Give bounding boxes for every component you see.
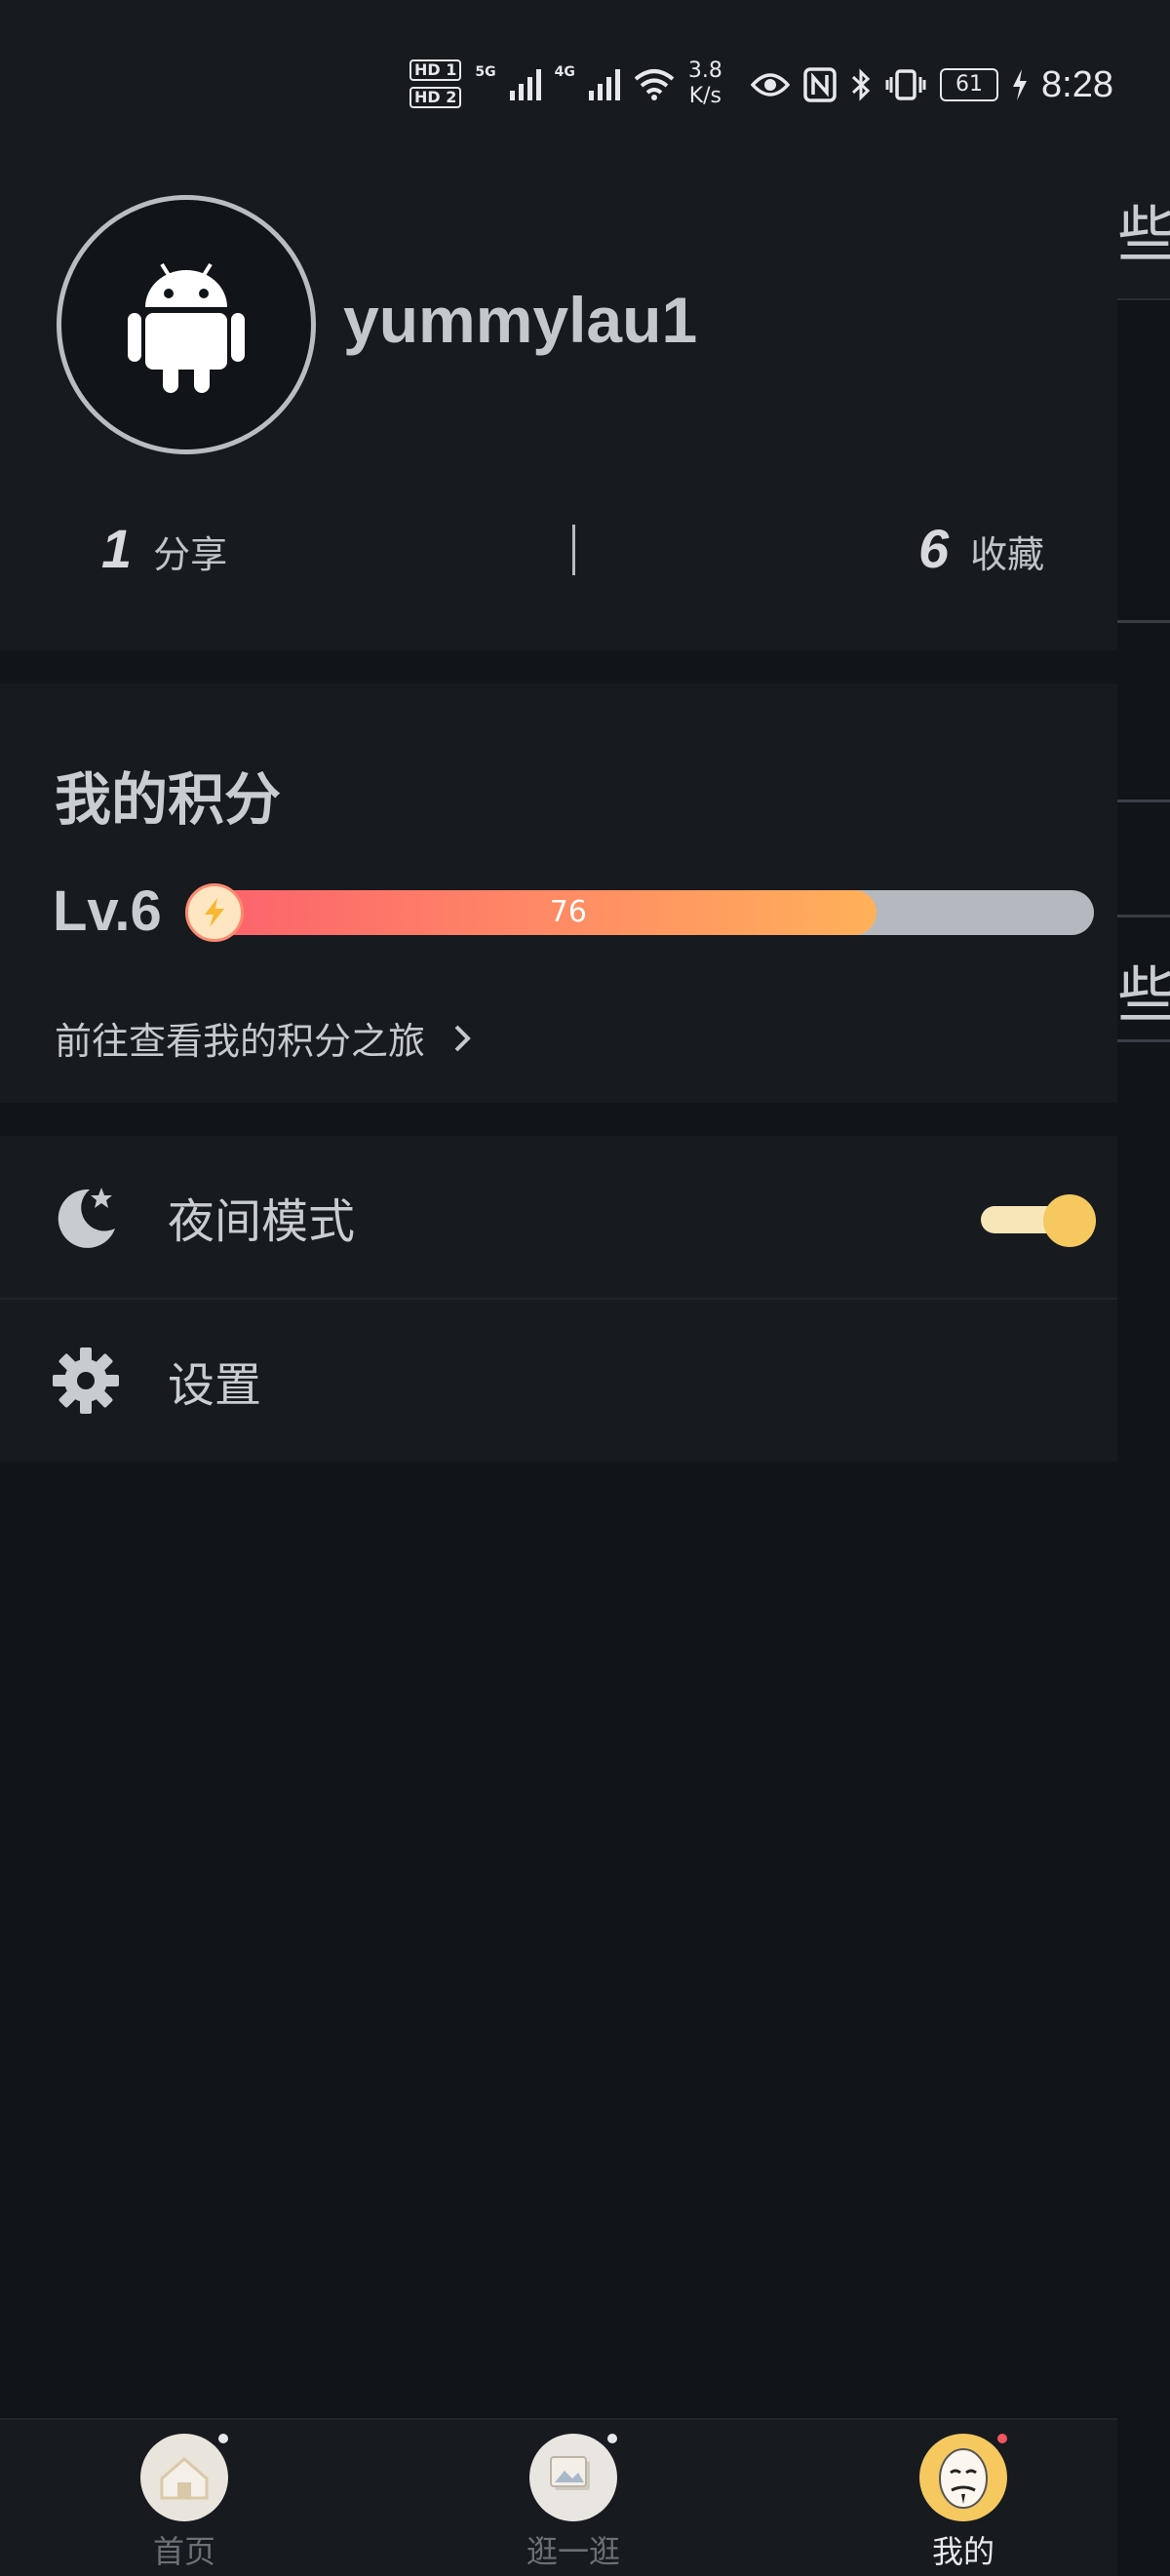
hd-indicators: HD 1 HD 2	[410, 59, 462, 108]
speed-value: 3.8	[687, 59, 722, 83]
favorite-count: 6	[918, 518, 950, 579]
settings-label: 设置	[168, 1358, 262, 1413]
profile-header: yummylau1 1 分享 6 收藏	[0, 146, 1117, 650]
background-text-fragment-2: 些阝	[1117, 959, 1170, 1031]
nfc-icon	[803, 67, 837, 102]
profile-drawer: yummylau1 1 分享 6 收藏 我的积分 Lv.6 76 前往查看我的积…	[0, 146, 1117, 1462]
mask-avatar-icon	[919, 2434, 1007, 2521]
points-card: 我的积分 Lv.6 76 前往查看我的积分之旅	[0, 683, 1117, 1103]
network-4g-label: 4G	[554, 64, 575, 80]
nav-dot-2	[607, 2434, 617, 2443]
home-icon	[140, 2434, 228, 2521]
charging-icon	[1013, 69, 1027, 100]
points-progress-bar: 76	[187, 890, 1094, 935]
background-header: 些阝	[1117, 146, 1170, 300]
signal-icon	[509, 67, 541, 100]
favorite-stat[interactable]: 6 收藏	[918, 517, 1044, 580]
share-count: 1	[101, 518, 133, 579]
bottom-nav: 首页 逛一逛 我的	[0, 2418, 1117, 2576]
battery-indicator: 61	[940, 68, 998, 101]
username: yummylau1	[343, 284, 698, 356]
chevron-right-icon	[454, 1025, 471, 1051]
moon-icon	[58, 1188, 115, 1248]
signal-icon-2	[588, 67, 620, 100]
favorite-label: 收藏	[970, 533, 1045, 576]
stats-divider	[572, 525, 575, 575]
clock: 8:28	[1041, 63, 1113, 105]
status-bar-left: HD 1 HD 2 5G 4G 3.8 K/s	[410, 55, 722, 113]
speed-unit: K/s	[688, 84, 722, 108]
nav-label-mine: 我的	[931, 2533, 994, 2570]
notification-dot	[997, 2434, 1007, 2443]
section-gap-2	[0, 1103, 1117, 1136]
network-speed: 3.8 K/s	[688, 59, 722, 109]
night-mode-toggle[interactable]	[981, 1194, 1096, 1247]
settings-row[interactable]: 设置	[0, 1298, 1117, 1462]
points-journey-link[interactable]: 前往查看我的积分之旅	[55, 1011, 472, 1065]
vibrate-icon	[885, 69, 926, 100]
wifi-icon	[634, 69, 675, 100]
nav-item-home[interactable]: 首页	[87, 2434, 282, 2572]
background-text-fragment: 些阝	[1117, 199, 1170, 270]
night-mode-row[interactable]: 夜间模式	[0, 1136, 1117, 1298]
nav-dot	[218, 2434, 228, 2443]
points-journey-label: 前往查看我的积分之旅	[55, 1020, 426, 1063]
share-stat[interactable]: 1 分享	[101, 517, 227, 580]
nav-item-browse[interactable]: 逛一逛	[476, 2434, 671, 2572]
hd2-badge: HD 2	[410, 87, 462, 108]
gear-icon	[53, 1347, 119, 1414]
background-divider-3	[1117, 915, 1170, 917]
lightning-badge-icon	[185, 883, 244, 942]
nav-label-home: 首页	[152, 2533, 215, 2570]
avatar[interactable]	[57, 195, 316, 454]
background-divider-2	[1117, 800, 1170, 802]
status-bar: HD 1 HD 2 5G 4G 3.8 K/s 61 8:28	[0, 0, 1170, 146]
points-progress-value: 76	[549, 895, 587, 929]
background-divider	[1117, 620, 1170, 623]
background-divider-4	[1117, 1039, 1170, 1042]
toggle-knob	[1043, 1194, 1096, 1247]
network-5g-label: 5G	[475, 64, 496, 80]
points-title: 我的积分	[55, 766, 282, 833]
nav-item-mine[interactable]: 我的	[866, 2434, 1061, 2572]
photos-icon	[529, 2434, 617, 2521]
profile-stats: 1 分享 6 收藏	[0, 517, 1117, 595]
night-mode-label: 夜间模式	[168, 1194, 356, 1249]
section-gap	[0, 650, 1117, 683]
background-page-edge: 些阝 些阝	[1117, 146, 1170, 2574]
android-icon	[128, 262, 245, 393]
bluetooth-icon	[851, 68, 871, 101]
nav-label-browse: 逛一逛	[526, 2533, 620, 2570]
hd1-badge: HD 1	[410, 59, 462, 81]
eye-icon	[751, 73, 790, 97]
share-label: 分享	[153, 533, 228, 576]
status-bar-right: 61 8:28	[751, 60, 1113, 109]
level-label: Lv.6	[53, 879, 162, 943]
